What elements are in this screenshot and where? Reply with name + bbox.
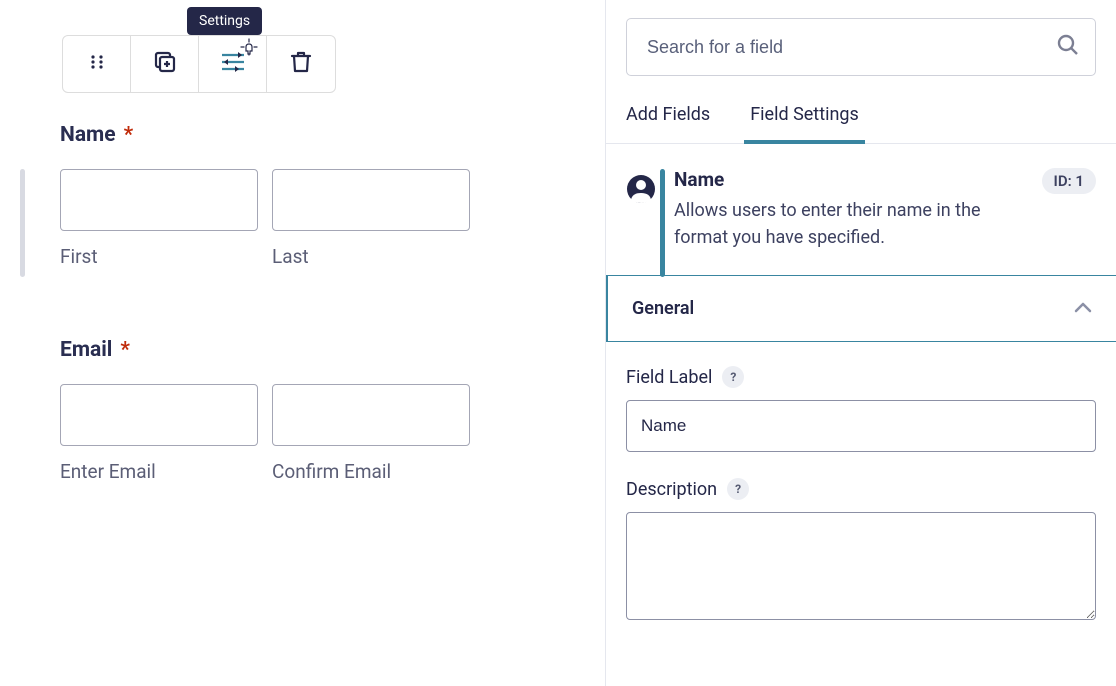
help-icon[interactable]: ? bbox=[722, 366, 744, 388]
search-input[interactable] bbox=[626, 18, 1096, 76]
help-icon[interactable]: ? bbox=[727, 478, 749, 500]
settings-tooltip: Settings bbox=[187, 7, 262, 35]
first-name-sublabel: First bbox=[60, 245, 258, 268]
selection-handle-right[interactable] bbox=[660, 169, 665, 277]
general-accordion-header[interactable]: General bbox=[606, 275, 1116, 342]
selection-handle-left[interactable] bbox=[20, 169, 25, 277]
chevron-up-icon bbox=[1074, 299, 1092, 318]
first-name-input[interactable] bbox=[60, 169, 258, 231]
field-label-setting-label: Field Label bbox=[626, 367, 712, 388]
confirm-email-sublabel: Confirm Email bbox=[272, 460, 470, 483]
name-field-block[interactable]: Name* First Last bbox=[60, 123, 605, 268]
delete-button[interactable] bbox=[267, 36, 335, 92]
last-name-sublabel: Last bbox=[272, 245, 470, 268]
settings-panel: Add Fields Field Settings Name Allows us… bbox=[605, 0, 1116, 686]
field-id-badge: ID: 1 bbox=[1042, 168, 1096, 194]
required-indicator: * bbox=[120, 338, 130, 362]
duplicate-icon bbox=[152, 49, 178, 79]
drag-handle-button[interactable] bbox=[63, 36, 131, 92]
drag-icon bbox=[87, 52, 107, 76]
general-settings-body: Field Label ? Description ? bbox=[606, 342, 1116, 648]
sidebar-tabs: Add Fields Field Settings bbox=[606, 76, 1116, 144]
field-info-title: Name bbox=[674, 168, 1014, 191]
field-label-input[interactable] bbox=[626, 400, 1096, 452]
tab-add-fields[interactable]: Add Fields bbox=[626, 104, 710, 143]
field-info-header: Name Allows users to enter their name in… bbox=[606, 144, 1116, 275]
enter-email-sublabel: Enter Email bbox=[60, 460, 258, 483]
accordion-title: General bbox=[632, 298, 694, 319]
field-toolbar bbox=[62, 35, 336, 93]
enter-email-input[interactable] bbox=[60, 384, 258, 446]
search-icon[interactable] bbox=[1056, 33, 1080, 61]
name-field-label: Name* bbox=[60, 123, 605, 147]
email-field-label: Email* bbox=[60, 338, 605, 362]
tab-field-settings[interactable]: Field Settings bbox=[750, 104, 859, 143]
form-editor-panel: Settings bbox=[0, 0, 605, 686]
description-textarea[interactable] bbox=[626, 512, 1096, 620]
last-name-input[interactable] bbox=[272, 169, 470, 231]
settings-button[interactable] bbox=[199, 36, 267, 92]
description-setting-label: Description bbox=[626, 479, 717, 500]
duplicate-button[interactable] bbox=[131, 36, 199, 92]
confirm-email-input[interactable] bbox=[272, 384, 470, 446]
trash-icon bbox=[290, 50, 312, 78]
user-icon bbox=[626, 174, 656, 208]
required-indicator: * bbox=[124, 123, 134, 147]
toolbar-wrapper: Settings bbox=[62, 35, 605, 93]
email-field-block[interactable]: Email* Enter Email Confirm Email bbox=[60, 338, 605, 483]
field-info-description: Allows users to enter their name in the … bbox=[674, 197, 1014, 251]
cursor-icon bbox=[240, 38, 258, 60]
